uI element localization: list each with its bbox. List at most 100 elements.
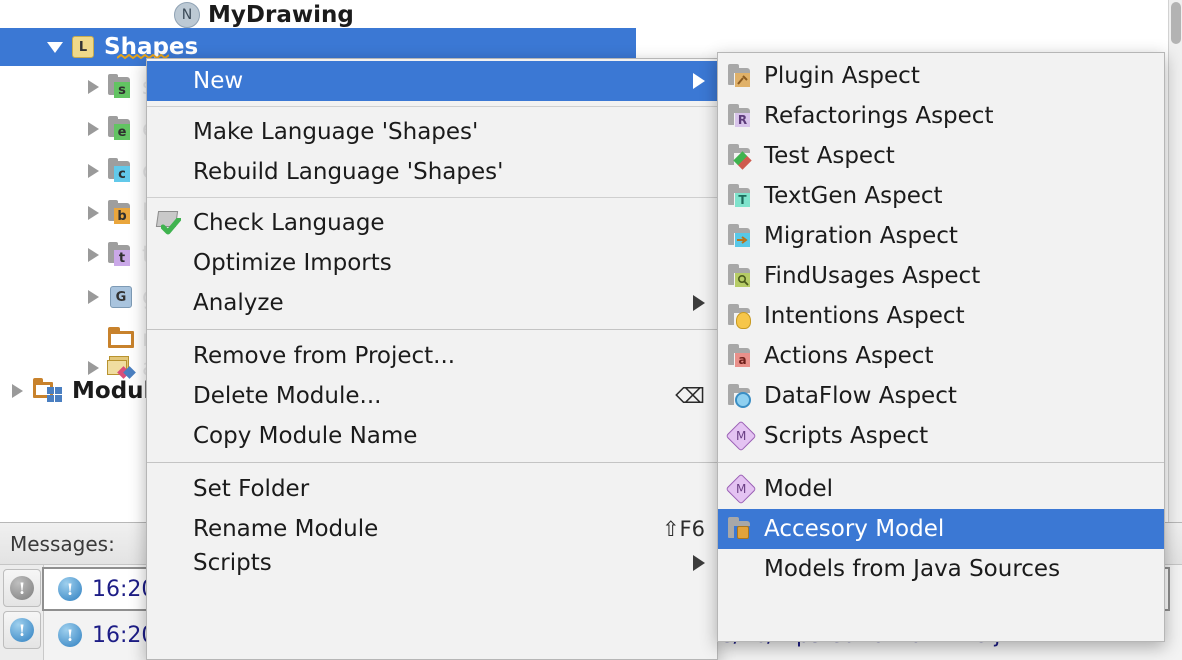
chevron-right-icon	[693, 555, 705, 571]
menu-separator	[147, 329, 717, 330]
menu-item-set-folder[interactable]: Set Folder	[147, 469, 717, 509]
submenu-item-label: Test Aspect	[764, 143, 1152, 169]
submenu-item-label: Refactorings Aspect	[764, 103, 1152, 129]
submenu-item-label: Accesory Model	[764, 516, 1152, 542]
tree-item-label: MyDrawing	[208, 2, 354, 28]
chevron-right-icon	[693, 73, 705, 89]
menu-item-label: Set Folder	[193, 476, 705, 502]
menu-item-analyze[interactable]: Analyze	[147, 283, 717, 323]
check-language-icon	[147, 211, 193, 235]
menu-item-label: Delete Module...	[193, 383, 659, 409]
submenu-item-label: FindUsages Aspect	[764, 263, 1152, 289]
menu-item-scripts[interactable]: Scripts	[147, 549, 717, 577]
chevron-right-icon[interactable]	[80, 206, 106, 220]
shortcut-label: ⇧F6	[662, 517, 705, 541]
menu-item-label: New	[193, 68, 679, 94]
messages-title: Messages:	[10, 532, 115, 556]
warnings-filter-icon[interactable]: !	[3, 569, 41, 607]
submenu-item-intentions-aspect[interactable]: Intentions Aspect	[718, 296, 1164, 336]
generator-icon: G	[106, 286, 136, 308]
menu-item-remove-from-project[interactable]: Remove from Project...	[147, 336, 717, 376]
submenu-item-models-from-java-sources[interactable]: Models from Java Sources	[718, 549, 1164, 589]
menu-item-rename-module[interactable]: Rename Module ⇧F6	[147, 509, 717, 549]
actions-aspect-icon: a	[718, 344, 764, 368]
submenu-item-dataflow-aspect[interactable]: DataFlow Aspect	[718, 376, 1164, 416]
menu-item-label: Optimize Imports	[193, 250, 705, 276]
submenu-item-label: Scripts Aspect	[764, 423, 1152, 449]
test-aspect-icon	[718, 144, 764, 168]
submenu-item-label: Migration Aspect	[764, 223, 1152, 249]
submenu-item-textgen-aspect[interactable]: T TextGen Aspect	[718, 176, 1164, 216]
textgen-aspect-icon: T	[718, 184, 764, 208]
language-l-icon: L	[68, 36, 98, 58]
model-icon: M	[718, 478, 764, 500]
menu-item-delete-module[interactable]: Delete Module... ⌫	[147, 376, 717, 416]
submenu-item-scripts-aspect[interactable]: M Scripts Aspect	[718, 416, 1164, 456]
submenu-item-plugin-aspect[interactable]: Plugin Aspect	[718, 56, 1164, 96]
migration-aspect-icon	[718, 224, 764, 248]
folder-badge-icon: b	[106, 202, 136, 224]
menu-item-rebuild-language[interactable]: Rebuild Language 'Shapes'	[147, 152, 717, 192]
submenu-item-accesory-model[interactable]: Accesory Model	[718, 509, 1164, 549]
info-icon: !	[58, 577, 82, 601]
menu-item-new[interactable]: New	[147, 61, 717, 101]
intentions-aspect-icon	[718, 304, 764, 328]
submenu-item-label: Model	[764, 476, 1152, 502]
submenu-item-test-aspect[interactable]: Test Aspect	[718, 136, 1164, 176]
submenu-item-actions-aspect[interactable]: a Actions Aspect	[718, 336, 1164, 376]
menu-item-label: Make Language 'Shapes'	[193, 119, 705, 145]
accesory-model-icon	[718, 517, 764, 541]
submenu-item-model[interactable]: M Model	[718, 469, 1164, 509]
submenu-item-label: Models from Java Sources	[764, 556, 1152, 582]
submenu-item-label: Plugin Aspect	[764, 63, 1152, 89]
plugin-aspect-icon	[718, 64, 764, 88]
chevron-right-icon[interactable]	[80, 248, 106, 262]
findusages-aspect-icon	[718, 264, 764, 288]
folder-badge-icon: c	[106, 160, 136, 182]
chevron-right-icon[interactable]	[80, 122, 106, 136]
node-n-icon: N	[172, 2, 202, 28]
scripts-aspect-icon: M	[718, 425, 764, 447]
menu-separator	[147, 462, 717, 463]
modules-pool-icon	[30, 379, 66, 403]
folder-badge-icon: s	[106, 76, 136, 98]
chevron-down-icon[interactable]	[42, 42, 68, 53]
chevron-right-icon[interactable]	[80, 164, 106, 178]
new-submenu[interactable]: Plugin Aspect R Refactorings Aspect Test…	[717, 52, 1165, 642]
submenu-item-migration-aspect[interactable]: Migration Aspect	[718, 216, 1164, 256]
submenu-item-label: TextGen Aspect	[764, 183, 1152, 209]
menu-item-copy-module-name[interactable]: Copy Module Name	[147, 416, 717, 456]
submenu-item-findusages-aspect[interactable]: FindUsages Aspect	[718, 256, 1164, 296]
chevron-right-icon[interactable]	[4, 384, 30, 398]
submenu-item-label: Intentions Aspect	[764, 303, 1152, 329]
editor-vertical-scrollbar[interactable]	[1168, 0, 1182, 522]
menu-item-check-language[interactable]: Check Language	[147, 203, 717, 243]
menu-separator	[147, 106, 717, 107]
folder-badge-icon: t	[106, 244, 136, 266]
menu-item-label: Check Language	[193, 210, 705, 236]
menu-item-label: Rebuild Language 'Shapes'	[193, 159, 705, 185]
menu-item-label: Copy Module Name	[193, 423, 705, 449]
submenu-item-refactorings-aspect[interactable]: R Refactorings Aspect	[718, 96, 1164, 136]
refactorings-aspect-icon: R	[718, 104, 764, 128]
submenu-item-label: Actions Aspect	[764, 343, 1152, 369]
chevron-right-icon	[693, 295, 705, 311]
menu-item-make-language[interactable]: Make Language 'Shapes'	[147, 112, 717, 152]
menu-item-optimize-imports[interactable]: Optimize Imports	[147, 243, 717, 283]
submenu-item-label: DataFlow Aspect	[764, 383, 1152, 409]
submenu-separator	[718, 462, 1164, 463]
menu-item-label: Remove from Project...	[193, 343, 705, 369]
dataflow-aspect-icon	[718, 384, 764, 408]
chevron-right-icon[interactable]	[80, 290, 106, 304]
menu-item-label: Scripts	[193, 550, 679, 576]
info-icon: !	[58, 623, 82, 647]
backspace-key-icon: ⌫	[675, 384, 705, 408]
language-badge-letter: L	[79, 40, 87, 55]
messages-gutter: ! !	[0, 565, 44, 660]
info-filter-icon[interactable]: !	[3, 611, 41, 649]
chevron-right-icon[interactable]	[80, 80, 106, 94]
folder-badge-icon: e	[106, 118, 136, 140]
context-menu[interactable]: New Make Language 'Shapes' Rebuild Langu…	[146, 58, 718, 660]
menu-item-label: Analyze	[193, 290, 679, 316]
menu-item-label: Rename Module	[193, 516, 646, 542]
